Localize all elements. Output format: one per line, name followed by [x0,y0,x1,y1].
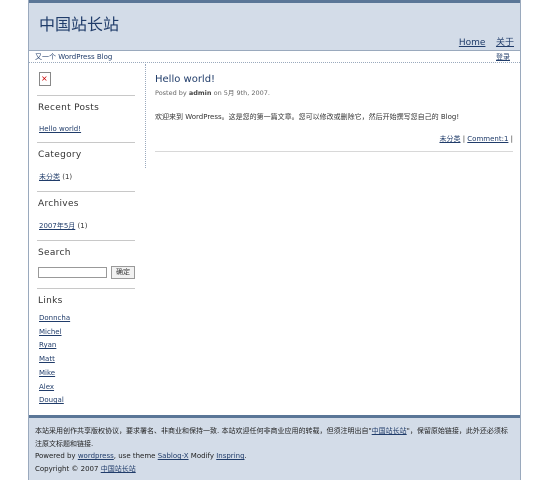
blogroll-link-mike[interactable]: Mike [39,367,137,381]
archive-link[interactable]: 2007年5月 [39,222,75,230]
powered-by-line: Powered by wordpress, use theme Sablog-X… [35,452,247,460]
post: Hello world! Posted by admin on 5月 9th, … [155,74,513,152]
search-title: Search [38,248,71,258]
list-item: Hello world! [39,125,137,133]
blogroll-link-michel[interactable]: Michel [39,326,137,340]
divider [37,142,135,143]
column-divider [145,64,146,168]
powered-by-prefix: Powered by [35,452,76,460]
divider [37,95,135,96]
search-form: 确定 [38,266,137,279]
post-date: on 5月 9th, 2007. [213,89,271,97]
list-item: 未分类 (1) [39,172,137,182]
sidebar: × Recent Posts Hello world! Category 未分类… [37,66,137,408]
left-margin [0,0,28,480]
archives-title: Archives [38,199,79,209]
category-link[interactable]: 未分类 [39,173,60,181]
site-tagline: 又一个 WordPress Blog [35,53,113,61]
site-footer: 本站采用创作共享版权协议，要求署名、非商业和保持一致. 本站欢迎任何非商业应用的… [29,415,520,480]
license-text-a: 本站采用创作共享版权协议，要求署名、非商业和保持一致. 本站欢迎任何非商业应用的… [35,427,372,435]
post-title[interactable]: Hello world! [155,74,513,85]
post-body: 欢迎来到 WordPress。这是您的第一篇文章。您可以修改或删除它，然后开始撰… [155,113,460,121]
category-title: Category [38,150,82,160]
archive-count: (1) [77,222,88,230]
broken-image-icon: × [39,72,51,86]
search-submit-button[interactable]: 确定 [111,266,135,279]
blogroll-link-donncha[interactable]: Donncha [39,312,137,326]
links-list: Donncha Michel Ryan Matt Mike Alex Douga… [39,312,137,408]
list-item: 2007年5月 (1) [39,221,137,231]
blogroll-link-alex[interactable]: Alex [39,381,137,395]
copyright-line: Copyright © 2007 中国站长站 [35,463,514,476]
modify-prefix: Modify [190,452,214,460]
post-category-link[interactable]: 未分类 [439,135,460,143]
post-footer: 未分类 | Comment:1 | [155,134,513,144]
post-author: admin [188,89,212,97]
divider [37,288,135,289]
links-title: Links [38,296,63,306]
license-site-link[interactable]: 中国站长站 [372,427,407,435]
theme-link[interactable]: Sablog-X [158,452,189,460]
search-input[interactable] [38,267,107,278]
right-margin [522,0,550,480]
recent-posts-title: Recent Posts [38,103,100,113]
sub-bar: 又一个 WordPress Blog 登录 [29,50,520,63]
copyright-site-link[interactable]: 中国站长站 [101,465,136,473]
divider [37,240,135,241]
license-text: 本站采用创作共享版权协议，要求署名、非商业和保持一致. 本站欢迎任何非商业应用的… [35,425,514,450]
post-meta-prefix: Posted by [155,89,187,97]
blogroll-link-matt[interactable]: Matt [39,353,137,367]
recent-post-link[interactable]: Hello world! [39,125,81,133]
nav-home-link[interactable]: Home [459,38,486,48]
separator: | [510,135,513,143]
copyright-prefix: Copyright © 2007 [35,464,99,473]
page-container: 中国站长站 Home 关于 又一个 WordPress Blog 登录 × Re… [28,0,521,480]
post-meta: Posted by admin on 5月 9th, 2007. [155,87,513,97]
blogroll-link-ryan[interactable]: Ryan [39,339,137,353]
wordpress-link[interactable]: wordpress [78,452,114,460]
site-header: 中国站长站 Home 关于 [29,0,520,50]
divider [37,191,135,192]
top-nav: Home 关于 [451,35,514,48]
modify-link[interactable]: Inspring [216,452,244,460]
nav-about-link[interactable]: 关于 [496,38,514,48]
post-divider [155,151,513,152]
category-count: (1) [62,173,73,181]
theme-prefix: , use theme [113,452,156,460]
site-title[interactable]: 中国站长站 [39,11,119,35]
post-comments-link[interactable]: Comment:1 [467,135,508,143]
login-link[interactable]: 登录 [496,52,510,62]
blogroll-link-dougal[interactable]: Dougal [39,394,137,408]
